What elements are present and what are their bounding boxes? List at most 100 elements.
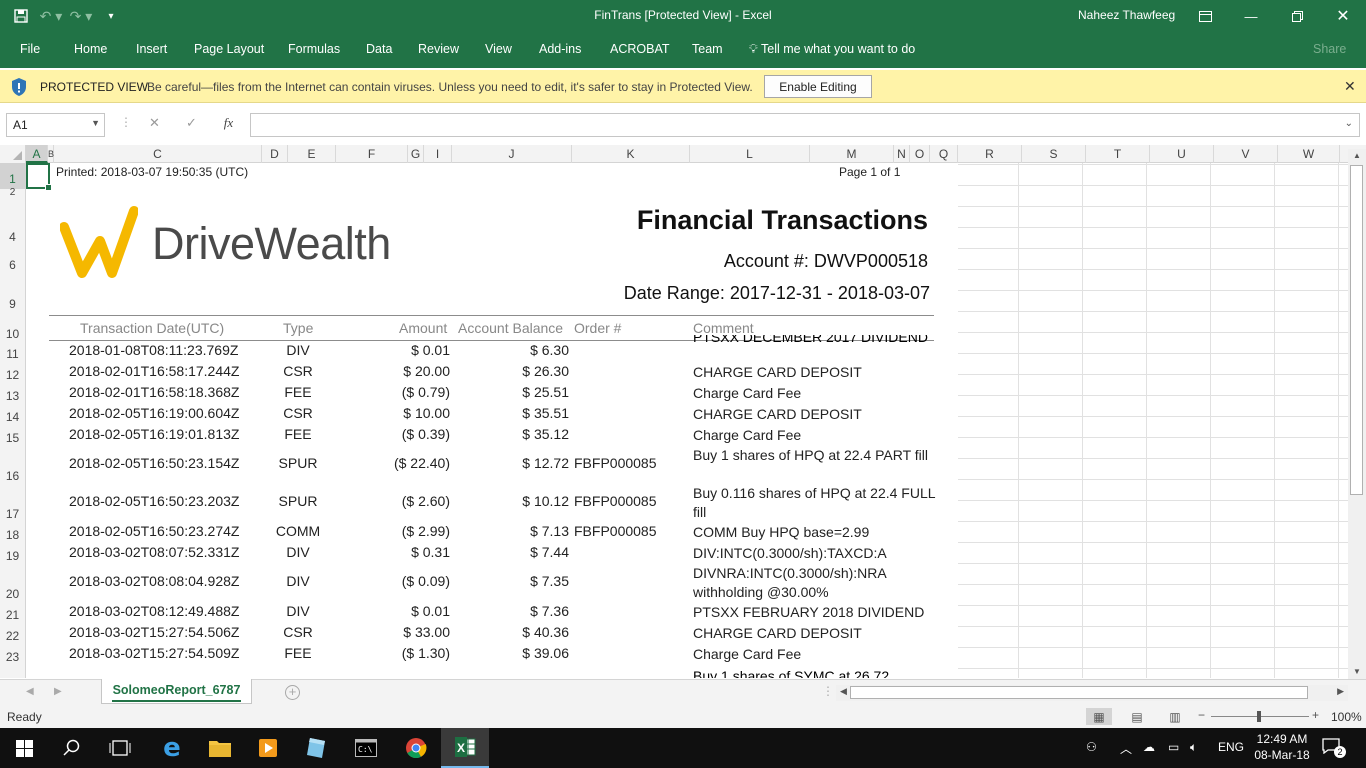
volume-icon[interactable]: 🔈︎ — [1190, 740, 1197, 755]
close-bar-icon[interactable]: ✕ — [1344, 78, 1356, 95]
network-icon[interactable]: ▭ — [1168, 740, 1179, 754]
command-prompt-icon[interactable]: C:\ — [342, 728, 390, 768]
sheet-next-icon[interactable]: ▶ — [54, 686, 62, 697]
row-header[interactable]: 6 — [0, 245, 25, 275]
media-player-icon[interactable] — [244, 728, 292, 768]
tab-acrobat[interactable]: ACROBAT — [610, 42, 670, 56]
column-header-w[interactable]: W — [1278, 145, 1340, 163]
column-header-s[interactable]: S — [1022, 145, 1086, 163]
tab-insert[interactable]: Insert — [136, 42, 167, 56]
tab-data[interactable]: Data — [366, 42, 392, 56]
row-header[interactable]: 10 — [0, 319, 25, 341]
row-header[interactable]: 23 — [0, 643, 25, 664]
column-header-i[interactable]: I — [424, 145, 452, 163]
column-header-g[interactable]: G — [408, 145, 424, 163]
row-header[interactable]: 2 — [0, 188, 25, 198]
row-header[interactable]: 14 — [0, 403, 25, 424]
cancel-icon[interactable]: ✕ — [136, 115, 173, 131]
tab-review[interactable]: Review — [418, 42, 459, 56]
row-header[interactable]: 1 — [0, 163, 25, 189]
column-header-a[interactable]: A — [26, 145, 48, 163]
file-explorer-icon[interactable] — [196, 728, 244, 768]
chevron-down-icon[interactable]: ▼ — [91, 118, 100, 128]
tab-add-ins[interactable]: Add-ins — [539, 42, 581, 56]
page-layout-view-icon[interactable]: ▤ — [1124, 708, 1150, 725]
column-header-c[interactable]: C — [54, 145, 262, 163]
scroll-thumb[interactable] — [850, 686, 1308, 699]
add-sheet-icon[interactable]: + — [285, 685, 300, 700]
vertical-scrollbar[interactable]: ▲ ▼ — [1348, 149, 1366, 679]
row-header[interactable]: 18 — [0, 521, 25, 542]
tell-me-search[interactable]: 💡︎ Tell me what you want to do — [749, 42, 915, 57]
close-icon[interactable]: ✕ — [1320, 0, 1366, 32]
column-header-m[interactable]: M — [810, 145, 894, 163]
edge-browser-icon[interactable]: e — [148, 728, 196, 768]
zoom-in-icon[interactable]: + — [1312, 708, 1319, 722]
column-header-n[interactable]: N — [894, 145, 910, 163]
zoom-slider-thumb[interactable] — [1257, 711, 1261, 722]
start-windows-icon[interactable] — [0, 728, 48, 768]
action-center-icon[interactable]: 2 — [1322, 738, 1346, 758]
enable-editing-button[interactable]: Enable Editing — [764, 75, 872, 98]
horizontal-scrollbar[interactable]: ◀ ▶ — [836, 685, 1348, 701]
scroll-left-icon[interactable]: ◀ — [840, 686, 847, 697]
row-header[interactable]: 9 — [0, 275, 25, 319]
notes-app-icon[interactable] — [292, 728, 340, 768]
scroll-right-icon[interactable]: ▶ — [1337, 686, 1344, 697]
row-header[interactable]: 4 — [0, 197, 25, 245]
column-header-v[interactable]: V — [1214, 145, 1278, 163]
row-header[interactable]: 21 — [0, 601, 25, 622]
onedrive-cloud-icon[interactable]: ☁ — [1143, 740, 1155, 754]
scroll-thumb[interactable] — [1350, 165, 1363, 495]
normal-view-icon[interactable]: ▦ — [1086, 708, 1112, 725]
column-header-j[interactable]: J — [452, 145, 572, 163]
chrome-browser-icon[interactable] — [392, 728, 440, 768]
tab-page-layout[interactable]: Page Layout — [194, 42, 264, 56]
tab-home[interactable]: Home — [74, 42, 107, 56]
zoom-level[interactable]: 100% — [1331, 710, 1362, 724]
tab-splitter-icon[interactable]: ⋮ — [822, 684, 834, 698]
sheet-tab[interactable]: SolomeoReport_6787 — [101, 679, 252, 704]
user-name[interactable]: Naheez Thawfeeg — [1078, 8, 1175, 22]
sheet-prev-icon[interactable]: ◀ — [26, 686, 34, 697]
column-header-e[interactable]: E — [288, 145, 336, 163]
row-header[interactable]: 22 — [0, 622, 25, 643]
scroll-down-icon[interactable]: ▼ — [1349, 665, 1365, 679]
people-icon[interactable]: ⚇ — [1086, 740, 1097, 754]
row-header[interactable]: 15 — [0, 424, 25, 445]
row-header[interactable]: 11 — [0, 340, 25, 361]
ribbon-display-options-icon[interactable] — [1182, 0, 1228, 32]
task-view-icon[interactable] — [96, 728, 144, 768]
input-language[interactable]: ENG — [1218, 740, 1244, 754]
excel-app-icon[interactable]: X — [441, 728, 489, 768]
row-header[interactable]: 12 — [0, 361, 25, 382]
column-header-q[interactable]: Q — [930, 145, 958, 163]
restore-icon[interactable] — [1274, 0, 1320, 32]
tab-view[interactable]: View — [485, 42, 512, 56]
column-header-o[interactable]: O — [910, 145, 930, 163]
row-header[interactable]: 13 — [0, 382, 25, 403]
page-break-view-icon[interactable]: ▥ — [1162, 708, 1188, 725]
zoom-out-icon[interactable]: − — [1198, 708, 1205, 722]
expand-formula-bar-icon[interactable]: ⌄ — [1345, 118, 1353, 129]
column-header-t[interactable]: T — [1086, 145, 1150, 163]
insert-function-icon[interactable]: fx — [210, 115, 247, 131]
row-header[interactable]: 19 — [0, 542, 25, 563]
column-header-u[interactable]: U — [1150, 145, 1214, 163]
enter-icon[interactable]: ✓ — [173, 115, 210, 131]
row-header[interactable]: 17 — [0, 483, 25, 521]
active-cell[interactable] — [26, 163, 52, 191]
share-button[interactable]: Share — [1313, 42, 1346, 56]
tab-formulas[interactable]: Formulas — [288, 42, 340, 56]
search-icon[interactable] — [48, 728, 96, 768]
select-all-button[interactable] — [0, 145, 26, 163]
worksheet-grid[interactable]: Printed: 2018-03-07 19:50:35 (UTC) Page … — [26, 163, 1348, 678]
tab-file[interactable]: File — [20, 42, 40, 56]
minimize-icon[interactable]: — — [1228, 0, 1274, 32]
formula-input[interactable]: ⌄ — [250, 113, 1360, 137]
column-header-l[interactable]: L — [690, 145, 810, 163]
name-box[interactable]: A1 ▼ — [6, 113, 105, 137]
column-header-f[interactable]: F — [336, 145, 408, 163]
scroll-up-icon[interactable]: ▲ — [1349, 149, 1365, 163]
column-header-r[interactable]: R — [958, 145, 1022, 163]
